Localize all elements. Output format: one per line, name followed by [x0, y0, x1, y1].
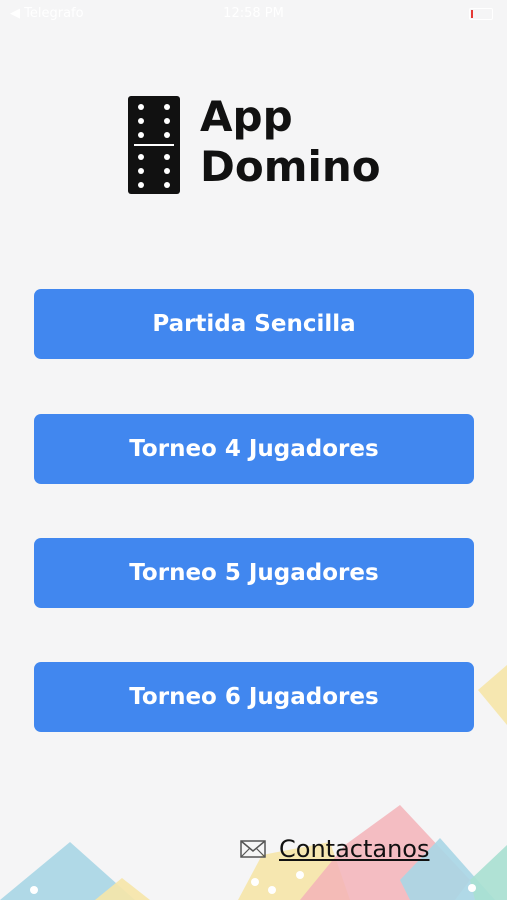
- single-game-button[interactable]: Partida Sencilla: [34, 289, 474, 359]
- contact-link-label[interactable]: Contactanos: [279, 835, 429, 863]
- mail-icon: [240, 840, 266, 858]
- app-title: App Domino: [200, 92, 381, 191]
- contact-link[interactable]: Contactanos: [240, 832, 429, 866]
- tournament-4-players-button[interactable]: Torneo 4 Jugadores: [34, 414, 474, 484]
- app-logo: App Domino: [128, 92, 388, 202]
- status-time: 12:58 PM: [223, 6, 284, 21]
- battery-icon: [469, 8, 493, 20]
- domino-tile-icon: [128, 96, 180, 194]
- tournament-5-players-button[interactable]: Torneo 5 Jugadores: [34, 538, 474, 608]
- tournament-6-players-button[interactable]: Torneo 6 Jugadores: [34, 662, 474, 732]
- status-bar: ◀ Telegrafo 12:58 PM: [0, 0, 507, 30]
